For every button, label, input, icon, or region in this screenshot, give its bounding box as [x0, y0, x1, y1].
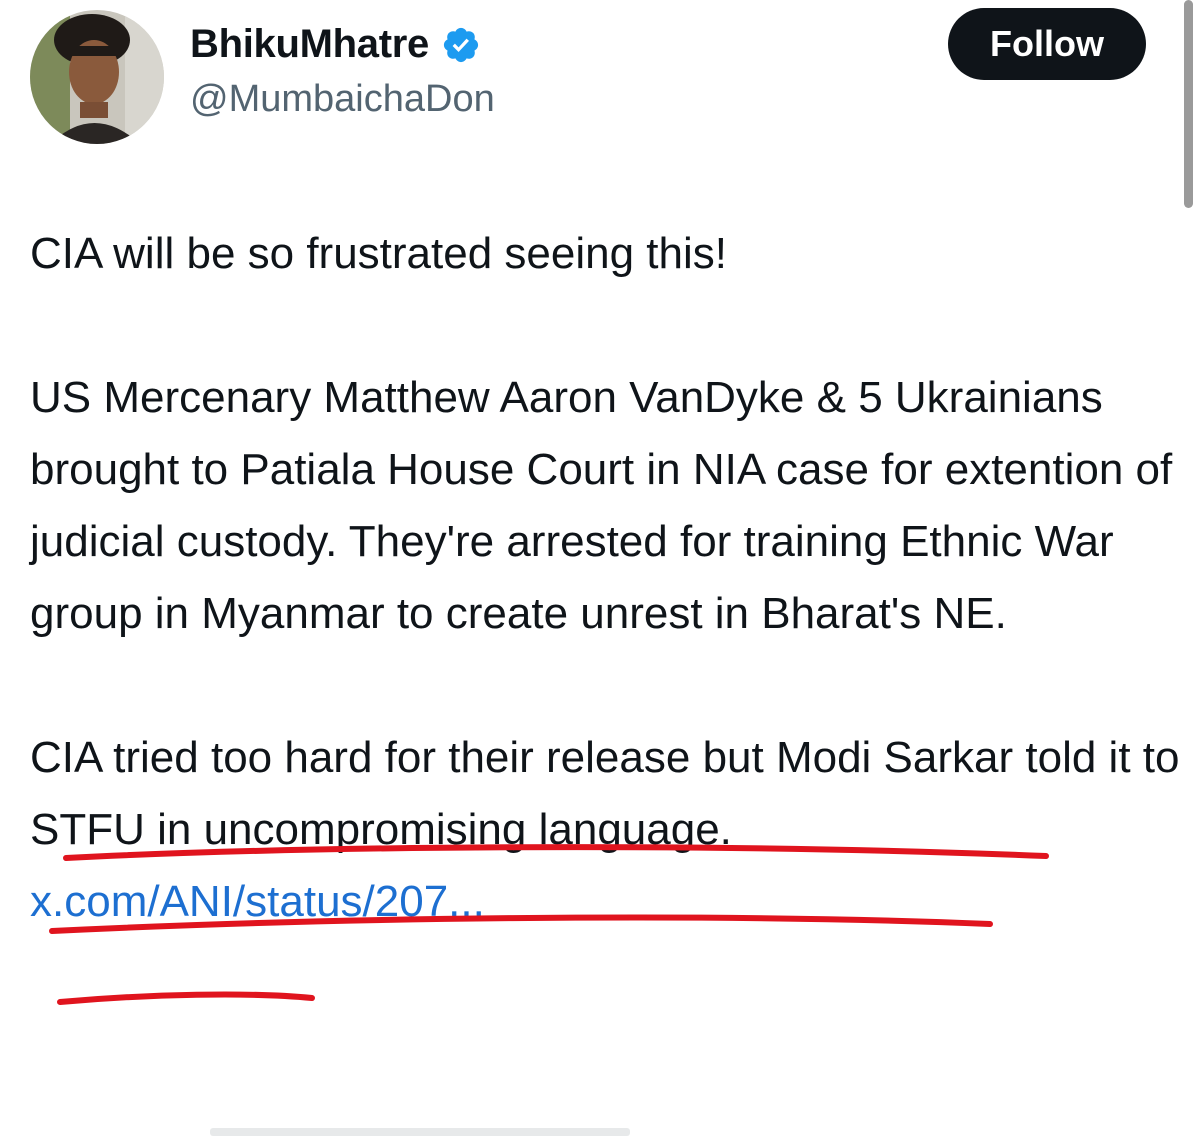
author-name-row: BhikuMhatre [190, 22, 481, 67]
verified-badge-icon [443, 27, 479, 62]
avatar-image [30, 10, 164, 144]
tweet-paragraph: CIA will be so frustrated seeing this! [30, 229, 727, 278]
avatar[interactable] [30, 10, 164, 144]
tweet-paragraph: CIA tried too hard for their release but… [30, 733, 1180, 854]
tweet-text: CIA will be so frustrated seeing this! U… [30, 218, 1180, 938]
tweet-paragraph: US Mercenary Matthew Aaron VanDyke & 5 U… [30, 373, 1173, 638]
author-handle[interactable]: @MumbaichaDon [190, 78, 495, 121]
display-name[interactable]: BhikuMhatre [190, 22, 429, 67]
tweet-link[interactable]: x.com/ANI/status/207... [30, 877, 485, 926]
divider [210, 1128, 630, 1136]
follow-button[interactable]: Follow [948, 8, 1146, 80]
red-underline-stroke [57, 991, 315, 1005]
scrollbar-thumb[interactable] [1184, 0, 1193, 208]
